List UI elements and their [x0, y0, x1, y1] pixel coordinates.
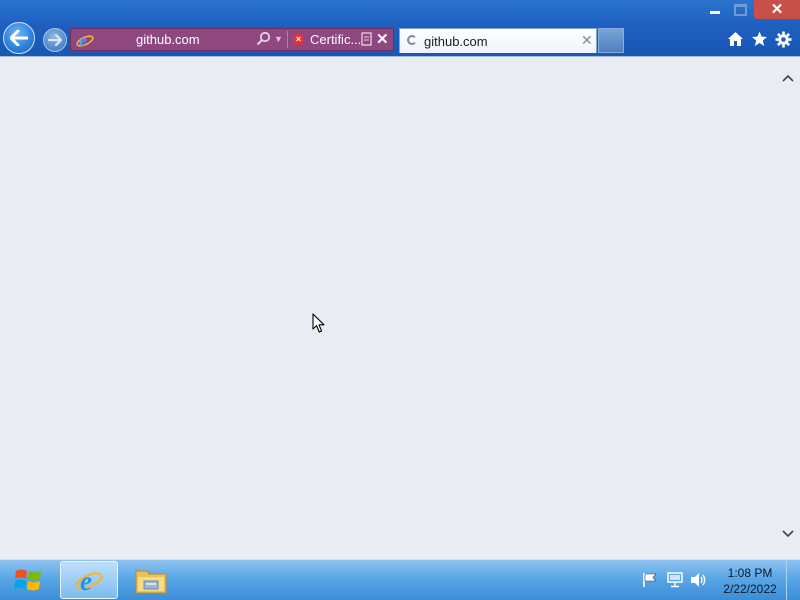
address-bar[interactable]: e github.com ▼ × Certific... ✕	[70, 28, 394, 51]
action-center-flag-icon[interactable]	[642, 572, 658, 588]
gear-icon	[775, 31, 791, 47]
taskbar-clock[interactable]: 1:08 PM 2/22/2022	[714, 565, 786, 597]
address-url[interactable]: github.com	[136, 32, 200, 47]
clock-time: 1:08 PM	[727, 566, 773, 580]
mouse-cursor-icon	[312, 313, 325, 333]
tab-github[interactable]: github.com ✕	[399, 28, 597, 53]
taskbar: e 1:08 PM 2/22/2022	[0, 559, 800, 600]
windows-logo-icon	[14, 569, 41, 591]
browser-chrome: ✕ e github.com ▼ × Certific... ✕ github.…	[0, 0, 800, 56]
star-icon	[751, 31, 767, 46]
home-button[interactable]	[724, 28, 746, 50]
certificate-error-icon[interactable]: ×	[293, 34, 304, 45]
page-content[interactable]	[0, 56, 800, 559]
tab-title: github.com	[424, 34, 488, 49]
svg-text:e: e	[79, 31, 87, 50]
maximize-icon	[733, 3, 747, 16]
address-divider	[287, 31, 288, 48]
forward-button[interactable]	[43, 28, 67, 52]
internet-explorer-icon: e	[75, 566, 103, 595]
tools-button[interactable]	[772, 28, 794, 50]
compatibility-view-icon[interactable]	[361, 32, 373, 46]
network-icon[interactable]	[666, 572, 684, 588]
scroll-up-icon[interactable]	[781, 73, 795, 83]
maximize-button[interactable]	[728, 0, 752, 19]
forward-arrow-icon	[48, 34, 62, 46]
stop-button[interactable]: ✕	[376, 30, 389, 48]
taskbar-internet-explorer[interactable]: e	[60, 561, 118, 599]
chevron-down-icon[interactable]: ▼	[274, 34, 283, 44]
back-arrow-icon	[10, 30, 28, 46]
favorites-button[interactable]	[748, 28, 770, 50]
internet-explorer-icon: e	[76, 31, 94, 50]
close-window-button[interactable]: ✕	[754, 0, 800, 19]
home-icon	[727, 32, 743, 46]
svg-text:e: e	[80, 566, 92, 595]
tab-close-button[interactable]: ✕	[581, 32, 593, 49]
show-desktop-button[interactable]	[786, 560, 800, 600]
certificate-error-label[interactable]: Certific...	[310, 32, 361, 47]
start-button[interactable]	[0, 560, 56, 600]
back-button[interactable]	[3, 22, 35, 54]
minimize-button[interactable]	[703, 0, 727, 19]
minimize-icon	[710, 11, 720, 14]
volume-icon[interactable]	[690, 572, 708, 588]
new-tab-button[interactable]	[598, 28, 624, 53]
file-explorer-icon	[135, 570, 167, 594]
loading-spinner-icon	[407, 35, 417, 45]
taskbar-file-explorer[interactable]	[122, 561, 180, 599]
clock-date: 2/22/2022	[723, 582, 777, 596]
close-icon: ✕	[770, 1, 784, 18]
search-icon[interactable]	[256, 31, 272, 47]
scroll-down-icon[interactable]	[781, 529, 795, 539]
